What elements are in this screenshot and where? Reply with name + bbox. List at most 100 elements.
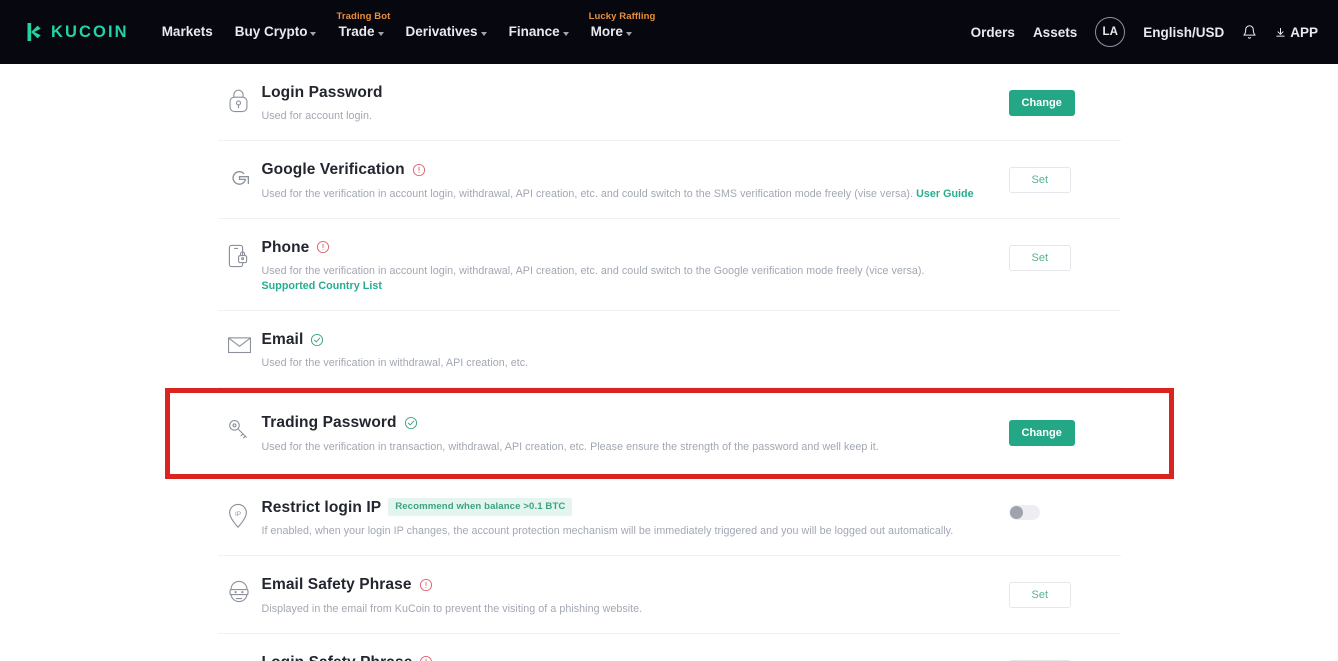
chevron-down-icon — [480, 31, 487, 36]
nav-item-label: Derivatives — [405, 24, 478, 40]
app-label: APP — [1290, 24, 1318, 40]
verified-check-icon — [404, 416, 418, 430]
nav-item-buy-crypto[interactable]: Buy Crypto — [224, 25, 328, 39]
row-title: Restrict login IP — [261, 498, 382, 516]
security-row-body: Google Verification Used for the verific… — [262, 159, 981, 201]
row-description-text: Used for the verification in account log… — [261, 265, 925, 278]
security-row-body: Email Used for the verification in withd… — [262, 329, 981, 371]
chevron-down-icon — [562, 31, 569, 36]
security-row-action — [981, 329, 1121, 337]
kucoin-logo-text: KUCOIN — [51, 22, 129, 41]
row-description: Displayed in the email from KuCoin to pr… — [262, 602, 981, 617]
kucoin-k-logo-icon — [22, 21, 44, 43]
avatar[interactable]: LA — [1095, 17, 1126, 47]
nav-item-orders[interactable]: Orders — [971, 25, 1015, 40]
chevron-down-icon — [310, 31, 317, 36]
security-row-login-password: Login Password Used for account login. C… — [217, 64, 1121, 142]
top-navigation-bar: KUCOIN Markets Buy Crypto Trading Bot Tr… — [0, 0, 1338, 64]
row-description-text: Used for account login. — [261, 110, 372, 123]
security-row-trading-password: Trading Password Used for the verificati… — [164, 388, 1174, 479]
row-title: Google Verification — [261, 161, 405, 179]
chevron-down-icon — [625, 31, 632, 36]
notification-bell-icon[interactable] — [1242, 24, 1257, 40]
security-row-body: Email Safety Phrase Displayed in the ema… — [262, 574, 981, 616]
security-row-action: Set — [981, 159, 1121, 194]
row-icon-placeholder — [218, 652, 262, 658]
nav-item-trade[interactable]: Trading Bot Trade — [327, 12, 394, 40]
security-row-body: Restrict login IP Recommend when balance… — [262, 497, 981, 539]
row-title: Phone — [261, 238, 310, 256]
warning-icon — [419, 655, 433, 661]
row-title: Trading Password — [261, 414, 397, 432]
language-currency-selector[interactable]: English/USD — [1143, 25, 1224, 40]
key-icon — [218, 412, 262, 442]
masked-face-icon — [218, 574, 262, 604]
security-row-action: Change — [981, 412, 1121, 447]
envelope-icon — [218, 329, 262, 355]
warning-icon — [316, 240, 330, 254]
row-description-text: If enabled, when your login IP changes, … — [261, 525, 954, 538]
ip-pin-icon: IP — [218, 497, 262, 529]
security-row-restrict-login-ip: IP Restrict login IP Recommend when bala… — [217, 479, 1121, 557]
security-row-login-safety-phrase: Login Safety Phrase Displayed in the log… — [218, 634, 1121, 661]
row-description-text: Displayed in the email from KuCoin to pr… — [261, 602, 643, 615]
nav-item-markets[interactable]: Markets — [151, 25, 224, 39]
nav-item-more[interactable]: Lucky Raffling More — [580, 12, 656, 39]
warning-icon — [412, 163, 426, 177]
security-row-action: Set — [981, 237, 1121, 271]
row-description: Used for the verification in account log… — [262, 264, 981, 294]
nav-item-assets[interactable]: Assets — [1033, 25, 1077, 40]
recommend-badge: Recommend when balance >0.1 BTC — [388, 498, 573, 517]
nav-item-label: Buy Crypto — [234, 24, 308, 40]
security-row-google-verification: Google Verification Used for the verific… — [217, 141, 1121, 219]
verified-check-icon — [310, 333, 324, 347]
nav-item-derivatives[interactable]: Derivatives — [395, 25, 498, 39]
row-title: Email — [261, 331, 304, 349]
svg-text:IP: IP — [234, 511, 240, 518]
user-guide-link[interactable]: User Guide — [916, 188, 974, 200]
security-row-title-wrap: Email Safety Phrase — [262, 575, 981, 594]
change-login-password-button[interactable]: Change — [1008, 90, 1075, 116]
nav-badge-lucky-raffling: Lucky Raffling — [588, 11, 656, 23]
security-row-body: Login Safety Phrase Displayed in the log… — [262, 652, 981, 661]
row-description: Used for the verification in transaction… — [262, 440, 981, 455]
security-row-title-wrap: Login Password — [262, 83, 981, 102]
nav-right-section: Orders Assets LA English/USD APP — [971, 17, 1318, 47]
security-row-email: Email Used for the verification in withd… — [217, 311, 1121, 389]
chevron-down-icon — [377, 31, 384, 36]
nav-item-finance[interactable]: Finance — [498, 25, 580, 39]
row-title: Login Safety Phrase — [262, 653, 413, 661]
nav-item-label: Trade — [338, 24, 375, 40]
change-trading-password-button[interactable]: Change — [1008, 420, 1075, 447]
phone-lock-icon — [218, 237, 262, 269]
security-row-body: Phone Used for the verification in accou… — [262, 237, 981, 294]
row-description: Used for account login. — [262, 109, 981, 124]
security-row-title-wrap: Restrict login IP Recommend when balance… — [262, 498, 981, 517]
security-row-title-wrap: Login Safety Phrase — [262, 653, 981, 661]
security-row-title-wrap: Phone — [262, 238, 981, 257]
google-g-icon — [218, 159, 262, 190]
row-title: Email Safety Phrase — [261, 576, 412, 594]
security-settings-list: Login Password Used for account login. C… — [164, 64, 1174, 661]
row-description: Used for the verification in withdrawal,… — [262, 356, 981, 371]
set-email-safety-phrase-button[interactable]: Set — [1008, 582, 1072, 609]
row-title: Login Password — [261, 84, 383, 101]
security-row-body: Trading Password Used for the verificati… — [262, 412, 981, 454]
nav-item-label: Finance — [508, 24, 560, 40]
set-google-verification-button[interactable]: Set — [1008, 167, 1072, 194]
row-description-text: Used for the verification in account log… — [261, 187, 914, 200]
app-download-link[interactable]: APP — [1275, 25, 1318, 40]
restrict-login-ip-toggle[interactable] — [1008, 504, 1040, 520]
kucoin-logo[interactable]: KUCOIN — [22, 21, 129, 43]
set-phone-button[interactable]: Set — [1008, 244, 1072, 271]
supported-country-list-link[interactable]: Supported Country List — [262, 280, 382, 292]
security-row-action: Set — [981, 574, 1121, 609]
warning-icon — [419, 578, 433, 592]
security-row-action: Set — [981, 652, 1121, 661]
nav-badge-trading-bot: Trading Bot — [336, 11, 391, 23]
row-description-text: Used for the verification in withdrawal,… — [261, 357, 529, 370]
security-row-title-wrap: Trading Password — [262, 413, 981, 432]
toggle-knob — [1009, 505, 1023, 519]
security-settings-content: Login Password Used for account login. C… — [0, 64, 1338, 661]
security-row-title-wrap: Google Verification — [262, 160, 981, 179]
